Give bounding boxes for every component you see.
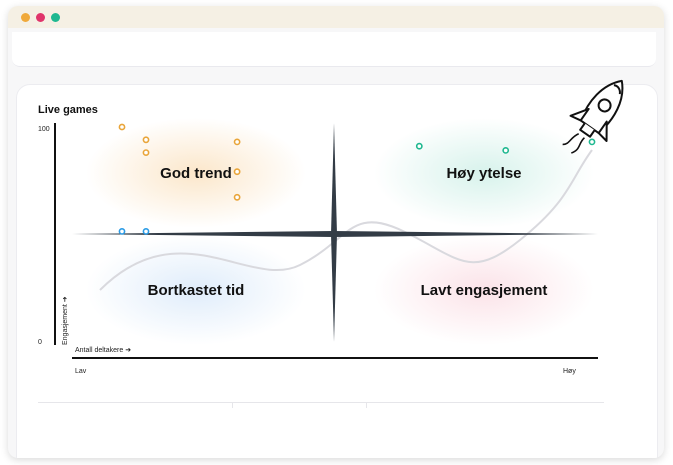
y-axis-label: Engasjement ➜ [62,296,69,345]
quadrant-label-hoy-ytelse: Høy ytelse [446,165,521,182]
data-point[interactable] [588,138,596,146]
data-point[interactable] [233,168,241,176]
data-point[interactable] [502,146,510,154]
data-point[interactable] [233,138,241,146]
y-axis-arrow-icon: ➜ [62,296,69,302]
data-point[interactable] [142,149,150,156]
quadrant-label-bortkastet-tid: Bortkastet tid [148,282,245,299]
quadrant-label-lavt-engasjement: Lavt engasjement [421,282,548,299]
x-axis-arrow-icon: ➜ [125,347,131,354]
bottom-divider [38,402,604,403]
data-point[interactable] [142,136,150,144]
x-tick-low: Lav [75,368,87,375]
data-point[interactable] [118,123,126,131]
quadrant-label-god-trend: God trend [160,165,232,182]
data-point[interactable] [415,142,423,150]
vertical-divider [331,123,337,342]
data-point[interactable] [142,227,150,235]
data-point[interactable] [118,227,126,235]
x-axis-label: Antall deltakere ➜ [75,347,131,354]
x-tick-high: Høy [563,368,576,375]
y-tick-bottom: 0 [38,339,42,346]
data-point[interactable] [233,193,241,201]
quadrant-chart: 100 0 Engasjement ➜ Antall deltakere ➜ L… [38,79,624,375]
y-tick-top: 100 [38,126,50,133]
